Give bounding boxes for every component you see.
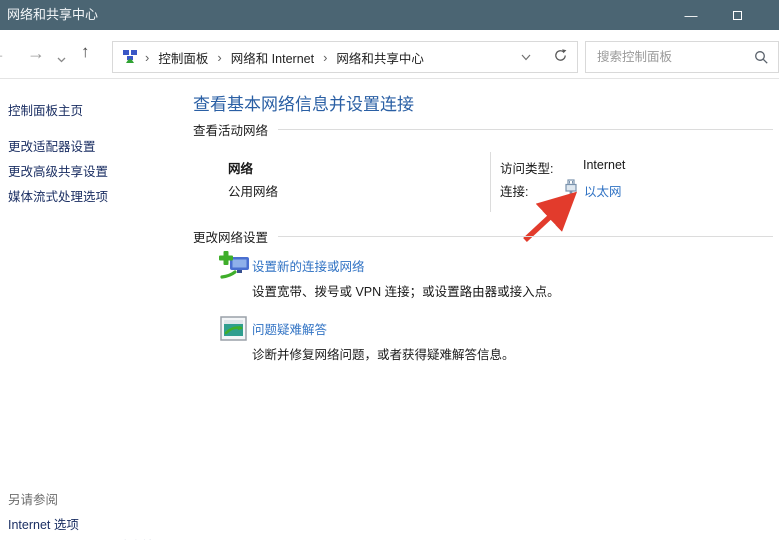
forward-icon[interactable]: →: [27, 44, 45, 62]
up-icon[interactable]: ↑: [81, 43, 90, 61]
see-also-header: 另请参阅: [8, 493, 59, 507]
breadcrumb-separator: ›: [217, 49, 222, 65]
breadcrumb-network-internet[interactable]: 网络和 Internet: [229, 48, 316, 67]
breadcrumb-control-panel[interactable]: 控制面板: [156, 48, 210, 67]
setup-new-connection-desc: 设置宽带、拨号或 VPN 连接；或设置路由器或接入点。: [252, 285, 560, 299]
troubleshoot-link[interactable]: 问题疑难解答: [252, 319, 327, 338]
navigation-bar: ← → ↑ › 控制面板 › 网络和 Internet › 网络和共享中心: [0, 30, 779, 79]
search-icon[interactable]: [754, 50, 769, 68]
active-networks-label: 查看活动网络: [193, 124, 269, 138]
sidebar-item-control-panel-home[interactable]: 控制面板主页: [8, 100, 83, 119]
maximize-icon: [732, 10, 742, 20]
minimize-button[interactable]: —: [668, 0, 714, 30]
history-chevron-icon[interactable]: [57, 52, 66, 66]
back-icon[interactable]: ←: [0, 44, 6, 62]
access-type-label: 访问类型:: [500, 162, 554, 176]
setup-new-connection-link[interactable]: 设置新的连接或网络: [252, 256, 365, 275]
title-bar: 网络和共享中心 — ✕: [0, 0, 779, 30]
address-bar[interactable]: › 控制面板 › 网络和 Internet › 网络和共享中心: [112, 41, 578, 73]
window-title: 网络和共享中心: [7, 7, 99, 22]
sidebar-item-internet-options[interactable]: Internet 选项: [8, 514, 79, 533]
network-name: 网络: [228, 162, 254, 176]
section-divider: [278, 129, 773, 130]
address-dropdown-icon[interactable]: [509, 50, 543, 64]
breadcrumb-separator: ›: [145, 49, 150, 65]
network-column-divider: [490, 152, 491, 212]
new-connection-icon: [218, 249, 252, 286]
network-sharing-center-icon: [122, 49, 138, 65]
access-type-value: Internet: [583, 158, 626, 172]
close-button[interactable]: ✕: [760, 0, 779, 30]
sidebar-item-change-adapter-settings[interactable]: 更改适配器设置: [8, 136, 96, 155]
search-input[interactable]: [586, 42, 778, 72]
sidebar-item-media-streaming-options[interactable]: 媒体流式处理选项: [8, 186, 108, 205]
breadcrumb-network-sharing[interactable]: 网络和共享中心: [334, 48, 426, 67]
sidebar-item-clipped[interactable]: Windows Defender 防火墙: [8, 535, 155, 540]
search-box: [585, 41, 779, 73]
breadcrumb-separator: ›: [323, 49, 328, 65]
network-sharing-center-window: 网络和共享中心 — ✕ ← → ↑ › 控制面板 › 网络和: [0, 0, 779, 540]
maximize-button[interactable]: [714, 0, 760, 30]
active-networks-section: 查看活动网络: [193, 121, 773, 138]
troubleshoot-icon: [220, 315, 248, 346]
network-settings-label: 更改网络设置: [193, 231, 269, 245]
sidebar-item-advanced-sharing-settings[interactable]: 更改高级共享设置: [8, 161, 108, 180]
troubleshoot-desc: 诊断并修复网络问题，或者获得疑难解答信息。: [252, 348, 515, 362]
section-divider: [278, 236, 773, 237]
page-title: 查看基本网络信息并设置连接: [193, 95, 414, 114]
network-settings-section: 更改网络设置: [193, 228, 773, 245]
network-profile: 公用网络: [228, 185, 279, 199]
refresh-icon[interactable]: [543, 48, 568, 66]
